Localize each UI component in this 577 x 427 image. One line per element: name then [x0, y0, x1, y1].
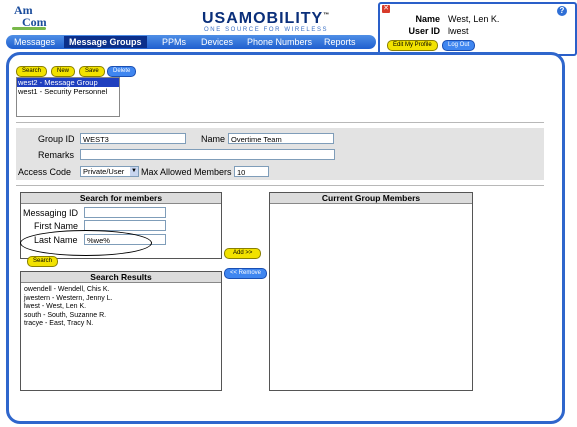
highlight-circle	[20, 230, 152, 256]
group-list-item[interactable]: west2 - Message Group	[17, 78, 119, 87]
search-button[interactable]: Search	[16, 66, 48, 77]
list-item[interactable]: south - South, Suzanne R.	[21, 312, 221, 321]
help-icon[interactable]: ?	[557, 6, 567, 16]
add-member-button[interactable]: Add >>	[224, 248, 262, 259]
group-id-field[interactable]: WEST3	[80, 133, 186, 144]
nav-phone-numbers[interactable]: Phone Numbers	[247, 36, 312, 48]
edit-profile-button[interactable]: Edit My Profile	[387, 40, 438, 51]
user-id-value: lwest	[448, 26, 469, 36]
brand-tagline: ONE SOURCE FOR WIRELESS	[204, 27, 329, 33]
list-item[interactable]: lwest - West, Len K.	[21, 303, 221, 312]
name-field[interactable]: Overtime Team	[228, 133, 334, 144]
group-id-label: Group ID	[38, 134, 75, 144]
nav-devices[interactable]: Devices	[201, 36, 233, 48]
messaging-id-field[interactable]	[84, 207, 166, 218]
list-item[interactable]: owendell - Wendell, Chis K.	[21, 286, 221, 295]
current-members-panel: Current Group Members	[269, 192, 473, 391]
usa-mobility-logo: USAMOBILITY™	[202, 10, 330, 28]
divider	[16, 185, 544, 186]
list-item[interactable]: tracye - East, Tracy N.	[21, 320, 221, 329]
nav-reports[interactable]: Reports	[324, 36, 356, 48]
nav-message-groups[interactable]: Message Groups	[64, 36, 147, 48]
brand-usa: USA	[202, 10, 239, 27]
user-id-label: User ID	[408, 26, 440, 36]
delete-button[interactable]: Delete	[107, 66, 137, 77]
nav-ppms[interactable]: PPMs	[162, 36, 186, 48]
max-members-field[interactable]: 10	[234, 166, 269, 177]
current-members-list[interactable]	[270, 204, 472, 384]
group-list-item[interactable]: west1 - Security Personnel	[17, 87, 119, 96]
remarks-field[interactable]	[80, 149, 335, 160]
new-button[interactable]: New	[51, 66, 76, 77]
logout-button[interactable]: Log Out	[442, 40, 476, 51]
search-results-list[interactable]: owendell - Wendell, Chis K. jwestern - W…	[21, 283, 221, 329]
max-members-label: Max Allowed Members	[141, 167, 232, 177]
messaging-id-label: Messaging ID	[23, 208, 79, 218]
chevron-down-icon[interactable]: ▼	[130, 167, 138, 176]
access-code-label: Access Code	[18, 167, 72, 177]
search-results-title: Search Results	[21, 272, 221, 283]
user-info-box: Name West, Len K. User ID lwest Edit My …	[378, 2, 577, 56]
member-search-button[interactable]: Search	[27, 256, 59, 267]
close-icon[interactable]: ✕	[382, 5, 390, 13]
remove-member-button[interactable]: << Remove	[224, 268, 268, 279]
list-item[interactable]: jwestern - Western, Jenny L.	[21, 295, 221, 304]
remarks-label: Remarks	[38, 150, 75, 160]
message-group-list[interactable]: west2 - Message Group west1 - Security P…	[16, 77, 120, 117]
user-name-label: Name	[415, 14, 440, 24]
search-members-title: Search for members	[21, 193, 221, 204]
brand-mobility: MOBILITY	[238, 10, 324, 27]
nav-messages[interactable]: Messages	[14, 36, 55, 48]
current-members-title: Current Group Members	[270, 193, 472, 204]
user-name-value: West, Len K.	[448, 14, 500, 24]
name-label: Name	[201, 134, 226, 144]
access-code-value: Private/User	[83, 167, 125, 176]
amcom-logo: Am Com	[10, 3, 50, 33]
main-nav: Messages Message Groups PPMs Devices Pho…	[6, 35, 376, 49]
search-results-panel: Search Results owendell - Wendell, Chis …	[20, 271, 222, 391]
logo-swoosh	[12, 27, 46, 30]
access-code-select[interactable]: Private/User ▼	[80, 166, 139, 177]
save-button[interactable]: Save	[79, 66, 105, 77]
group-details-form: Group ID WEST3 Name Overtime Team Remark…	[16, 128, 544, 180]
brand-trademark: ™	[323, 12, 331, 19]
divider	[16, 122, 544, 123]
